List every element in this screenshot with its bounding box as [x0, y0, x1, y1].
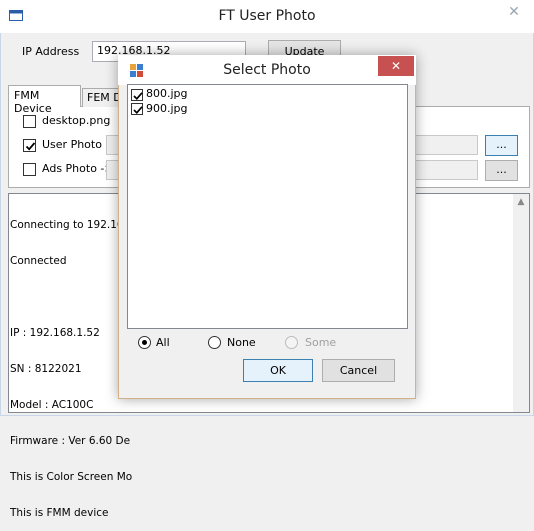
desktop-label: desktop.png [42, 114, 111, 127]
photo-file-list[interactable] [127, 84, 408, 329]
window-title: FT User Photo [218, 8, 316, 24]
dialog-close-button[interactable]: ✕ [378, 56, 414, 76]
log-line: Connected [10, 255, 67, 267]
checkmark-icon [133, 106, 143, 115]
log-line: IP : 192.168.1.52 [10, 327, 100, 339]
file-item-label[interactable]: 900.jpg [146, 102, 188, 115]
ads-photo-checkbox[interactable] [23, 163, 36, 176]
desktop-checkbox[interactable] [23, 115, 36, 128]
radio-some [285, 336, 298, 349]
radio-none-label[interactable]: None [227, 336, 256, 349]
main-close-button[interactable]: ✕ [495, 1, 533, 24]
checkmark-icon [133, 92, 143, 101]
log-line: Connecting to 192.168 [10, 219, 131, 231]
tab-fem-device[interactable]: FEM D [82, 88, 122, 107]
scroll-up-icon[interactable]: ▲ [513, 197, 529, 211]
dialog-title: Select Photo [223, 62, 311, 78]
tab-fmm-device[interactable]: FMM Device [8, 85, 81, 115]
user-photo-label: User Photo [42, 138, 102, 151]
log-scrollbar[interactable] [513, 194, 529, 412]
radio-selected-dot [142, 340, 147, 345]
radio-all-label[interactable]: All [156, 336, 170, 349]
radio-none[interactable] [208, 336, 221, 349]
user-photo-browse-button[interactable]: ... [485, 135, 518, 156]
file-item-label[interactable]: 800.jpg [146, 87, 188, 100]
ok-button[interactable]: OK [243, 359, 313, 382]
ip-address-label: IP Address [22, 45, 80, 58]
log-line: Model : AC100C [10, 399, 94, 411]
file-item-checkbox[interactable] [131, 103, 143, 115]
log-output: Connecting to 192.168 Connected IP : 192… [10, 195, 132, 531]
log-line: This is FMM device [10, 507, 109, 519]
radio-some-label: Some [305, 336, 337, 349]
log-line: This is Color Screen Mo [10, 471, 133, 483]
log-line: SN : 8122021 [10, 363, 82, 375]
cancel-button[interactable]: Cancel [322, 359, 395, 382]
user-photo-checkbox[interactable] [23, 139, 36, 152]
ads-photo-label: Ads Photo -> [42, 162, 114, 175]
log-line: Firmware : Ver 6.60 De [10, 435, 131, 447]
file-item-checkbox[interactable] [131, 89, 143, 101]
checkmark-icon [25, 142, 36, 151]
ads-photo-browse-button[interactable]: ... [485, 160, 518, 181]
